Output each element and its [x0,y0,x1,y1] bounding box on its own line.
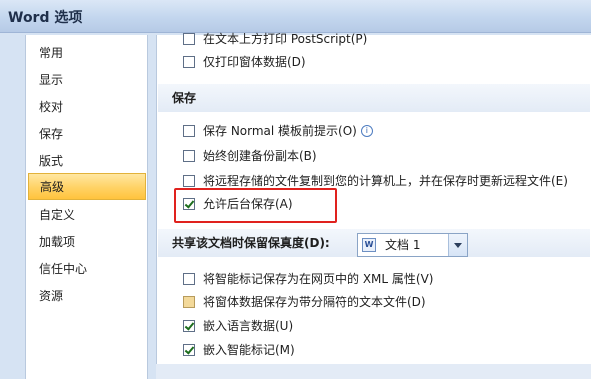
sidebar-item-addins[interactable]: 加载项 [28,229,146,256]
checkbox[interactable] [183,273,195,285]
option-label: 在文本上方打印 PostScript(P) [203,32,368,46]
panel-bottom-strip [156,364,591,379]
sidebar: 常用 显示 校对 保存 版式 高级 自定义 加载项 信任中心 资源 [25,35,148,379]
option-label: 仅打印窗体数据(D) [203,55,306,69]
sidebar-item-customize[interactable]: 自定义 [28,202,146,229]
sidebar-item-save[interactable]: 保存 [28,121,146,148]
checkbox[interactable] [183,33,195,45]
sidebar-item-display[interactable]: 显示 [28,67,146,94]
section-header-save: 保存 [158,84,590,112]
checkbox[interactable] [183,56,195,68]
checkbox-checked[interactable] [183,320,195,332]
checkbox-checked[interactable] [183,344,195,356]
checkbox[interactable] [183,125,195,137]
chevron-down-icon[interactable] [448,234,467,256]
document-select-value: 文档 1 [385,238,421,252]
sidebar-item-trust-center[interactable]: 信任中心 [28,256,146,283]
sidebar-item-proofing[interactable]: 校对 [28,94,146,121]
word-document-icon: W [362,238,376,252]
checkbox[interactable] [183,150,195,162]
sidebar-item-resources[interactable]: 资源 [28,283,146,310]
sidebar-item-advanced[interactable]: 高级 [28,173,146,200]
checkbox[interactable] [183,175,195,187]
option-label: 将窗体数据保存为带分隔符的文本文件(D) [203,295,426,309]
info-icon[interactable]: i [360,125,373,137]
window-title: Word 选项 [8,10,83,26]
option-label: 嵌入语言数据(U) [203,319,294,333]
option-label: 嵌入智能标记(M) [203,343,295,357]
document-select[interactable]: W 文档 1 [357,233,468,257]
sidebar-item-general[interactable]: 常用 [28,40,146,67]
option-label: 将智能标记保存为在网页中的 XML 属性(V) [203,272,434,286]
checkbox-disabled[interactable] [183,296,195,308]
sidebar-item-layout[interactable]: 版式 [28,148,146,175]
highlight-box [174,188,337,223]
option-label: 保存 Normal 模板前提示(O) [203,124,357,138]
option-label: 始终创建备份副本(B) [203,149,317,163]
